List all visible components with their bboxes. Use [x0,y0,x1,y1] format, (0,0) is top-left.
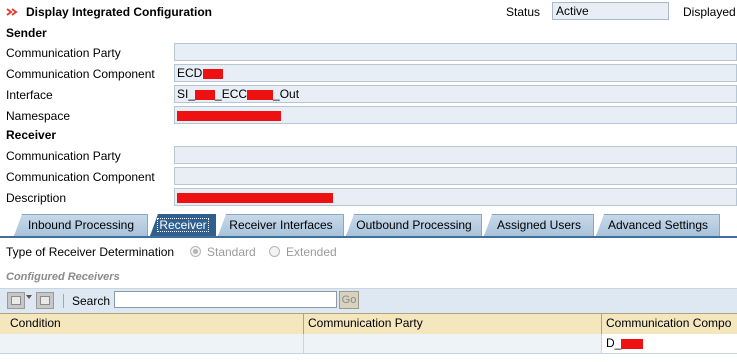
sender-party-field [174,43,737,61]
receiver-party-field [174,146,737,164]
component-cell[interactable]: D_ [602,334,737,353]
status-field: Active [552,2,669,20]
insert-row-icon[interactable] [7,292,25,309]
redaction [247,89,274,100]
search-input[interactable] [114,291,337,308]
redaction [177,110,281,121]
chevron-down-icon[interactable] [26,295,32,299]
namespace-field [174,106,737,124]
standard-radio[interactable] [190,246,201,257]
redaction [621,338,644,349]
interface-field: SI_ _ECC _Out [174,85,737,103]
redaction [203,68,224,79]
extended-radio[interactable] [269,246,280,257]
tab-outbound-processing[interactable]: Outbound Processing [346,214,482,236]
tab-strip: Inbound Processing Receiver Receiver Int… [0,214,737,237]
receiver-heading: Receiver [6,128,57,142]
tab-assigned-users[interactable]: Assigned Users [484,214,594,236]
description-label: Description [6,191,67,205]
page-title: Display Integrated Configuration [26,5,213,19]
interface-label: Interface [6,88,53,102]
status-label: Status [506,5,541,19]
column-communication-component[interactable]: Communication Compo [602,314,737,334]
sender-heading: Sender [6,26,47,40]
tab-receiver-interfaces[interactable]: Receiver Interfaces [218,214,344,236]
party-cell[interactable] [304,334,602,353]
search-label: Search [72,294,111,308]
mode-label: Displayed [683,5,736,19]
toolbar-separator [63,294,64,308]
receiver-party-label: Communication Party [6,149,121,163]
determination-label: Type of Receiver Determination [6,245,175,259]
standard-label: Standard [207,245,256,259]
tab-divider [0,236,737,238]
go-button[interactable]: Go [339,291,359,309]
configured-receivers-heading: Configured Receivers [6,271,120,283]
sender-component-label: Communication Component [6,67,155,81]
redaction [195,89,216,100]
table-header: Condition Communication Party Communicat… [0,313,737,335]
extended-label: Extended [286,245,337,259]
glasses-icon [6,8,18,16]
tab-advanced-settings[interactable]: Advanced Settings [596,214,720,236]
namespace-label: Namespace [6,109,71,123]
column-communication-party[interactable]: Communication Party [304,314,602,334]
sender-component-field: ECD [174,64,737,82]
receiver-component-label: Communication Component [6,170,155,184]
receiver-component-field [174,167,737,185]
table-toolbar: Search [0,288,737,313]
column-condition[interactable]: Condition [6,314,304,334]
tab-inbound-processing[interactable]: Inbound Processing [14,214,148,236]
description-field [174,188,737,206]
delete-row-icon[interactable] [36,292,54,309]
table-row[interactable]: D_ [0,334,737,354]
condition-cell[interactable] [6,334,304,353]
tab-receiver[interactable]: Receiver [150,214,216,236]
redaction [177,192,333,203]
sender-party-label: Communication Party [6,46,121,60]
